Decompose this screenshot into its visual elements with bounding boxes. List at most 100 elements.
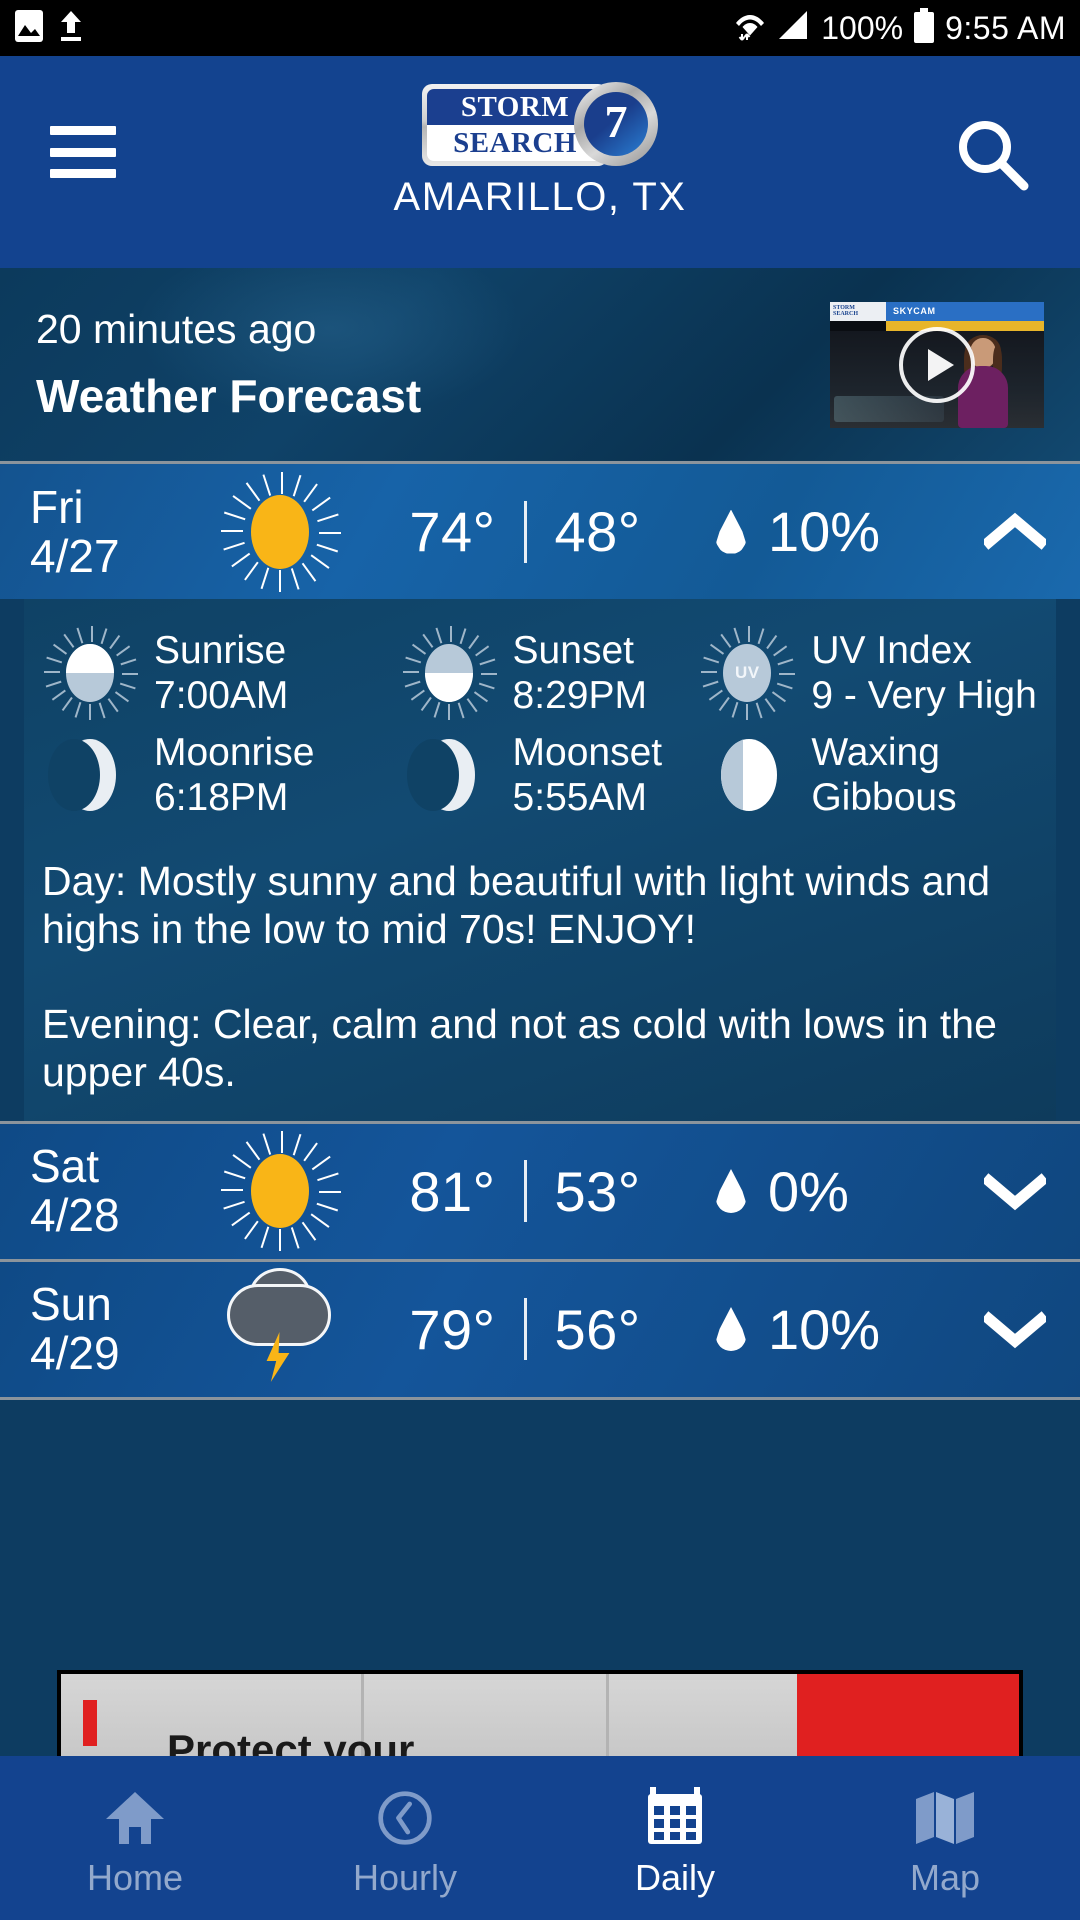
thunderstorm-icon bbox=[200, 1268, 360, 1388]
sunny-icon bbox=[200, 471, 360, 592]
forecast-row-sat[interactable]: Sat 4/28 81° 53° 0% bbox=[0, 1123, 1080, 1259]
clock-icon bbox=[374, 1785, 436, 1847]
astro-moonset: Moonset 5:55AM bbox=[401, 727, 700, 823]
wifi-icon bbox=[733, 9, 767, 48]
temp-divider bbox=[523, 500, 527, 563]
astro-moonset-text: Moonset 5:55AM bbox=[513, 730, 663, 820]
astro-sunset-text: Sunset 8:29PM bbox=[513, 628, 647, 718]
forecast-temperatures: 79° 56° bbox=[360, 1297, 690, 1362]
uv-badge-text: UV bbox=[723, 644, 772, 702]
video-thumbnail[interactable]: STORM SEARCH SKYCAM bbox=[830, 301, 1044, 428]
ad-left-panel: Protect your bbox=[61, 1674, 797, 1756]
forecast-precipitation: 10% bbox=[690, 499, 980, 564]
thumbnail-skycam-label: SKYCAM bbox=[886, 301, 1044, 321]
forecast-temperatures: 81° 53° bbox=[360, 1159, 690, 1224]
temp-divider bbox=[523, 1298, 527, 1360]
astro-row-moon: Moonrise 6:18PM Moonset 5:55AM Waxing Gi… bbox=[42, 727, 1038, 823]
location-label: AMARILLO, TX bbox=[393, 175, 687, 219]
calendar-icon bbox=[644, 1785, 706, 1847]
astro-sunrise-text: Sunrise 7:00AM bbox=[154, 628, 288, 718]
forecast-day-name: Sun bbox=[30, 1278, 112, 1331]
play-icon[interactable] bbox=[899, 326, 975, 403]
video-promo-card[interactable]: 20 minutes ago Weather Forecast STORM SE… bbox=[0, 268, 1080, 464]
astro-label: Sunset bbox=[512, 628, 634, 672]
nav-item-home[interactable]: Home bbox=[0, 1756, 270, 1920]
astro-value: 7:00AM bbox=[154, 674, 289, 717]
forecast-low: 53° bbox=[554, 1159, 641, 1223]
forecast-precip-value: 0% bbox=[768, 1159, 849, 1223]
forecast-high: 81° bbox=[409, 1159, 496, 1223]
nav-label-daily: Daily bbox=[634, 1857, 715, 1898]
logo-seven-badge: 7 bbox=[574, 82, 658, 166]
chevron-down-icon[interactable] bbox=[980, 1171, 1050, 1211]
map-icon bbox=[914, 1785, 976, 1847]
astro-moonrise-text: Moonrise 6:18PM bbox=[154, 730, 314, 820]
battery-percent: 100% bbox=[821, 9, 904, 46]
water-drop-icon bbox=[716, 1169, 746, 1213]
astro-sunrise: Sunrise 7:00AM bbox=[42, 625, 401, 721]
status-bar: 100% 9:55 AM bbox=[0, 0, 1080, 56]
forecast-row-fri[interactable]: Fri 4/27 74° 48° 10% bbox=[0, 464, 1080, 599]
app-header: STORM SEARCH 7 AMARILLO, TX bbox=[0, 56, 1080, 268]
water-drop-icon bbox=[716, 1307, 746, 1351]
image-icon bbox=[14, 9, 44, 48]
forecast-date-block: Fri 4/27 bbox=[30, 480, 200, 581]
forecast-day-text: Day: Mostly sunny and beautiful with lig… bbox=[42, 858, 991, 953]
nav-item-map[interactable]: Map bbox=[810, 1756, 1080, 1920]
astro-moonrise: Moonrise 6:18PM bbox=[42, 727, 401, 823]
astro-grid: Sunrise 7:00AM Sunset 8:29PM UV UV Index… bbox=[42, 625, 1038, 823]
forecast-date-block: Sat 4/28 bbox=[30, 1142, 200, 1240]
chevron-down-icon[interactable] bbox=[980, 1309, 1050, 1349]
status-bar-right-icons: 100% 9:55 AM bbox=[733, 7, 1066, 49]
bottom-navigation: Home Hourly Daily Map bbox=[0, 1756, 1080, 1920]
forecast-day-name: Fri bbox=[30, 480, 84, 533]
thumbnail-station-logo: STORM SEARCH bbox=[830, 301, 886, 321]
promo-timestamp: 20 minutes ago bbox=[36, 306, 317, 352]
hamburger-menu-icon[interactable] bbox=[50, 126, 116, 178]
sunny-icon bbox=[200, 1131, 360, 1251]
sunrise-icon bbox=[42, 625, 138, 721]
battery-icon bbox=[913, 7, 935, 49]
forecast-day-name: Sat bbox=[30, 1140, 100, 1193]
nav-label-home: Home bbox=[86, 1857, 184, 1898]
clock-time: 9:55 AM bbox=[945, 9, 1066, 46]
astro-value: 9 - Very High bbox=[811, 674, 1037, 717]
thumb-logo-line2: SEARCH bbox=[833, 311, 859, 317]
astro-value: 6:18PM bbox=[154, 776, 289, 819]
storm-search-logo: STORM SEARCH 7 bbox=[422, 82, 658, 166]
thumbnail-yellow-bar bbox=[886, 320, 1044, 331]
astro-row-sun: Sunrise 7:00AM Sunset 8:29PM UV UV Index… bbox=[42, 625, 1038, 721]
forecast-row-sun[interactable]: Sun 4/29 79° 56° 10% bbox=[0, 1261, 1080, 1397]
nav-item-daily[interactable]: Daily bbox=[540, 1756, 810, 1920]
search-icon[interactable] bbox=[954, 116, 1032, 194]
nav-item-hourly[interactable]: Hourly bbox=[270, 1756, 540, 1920]
forecast-precipitation: 10% bbox=[690, 1297, 980, 1362]
thumbnail-overlay-bar: STORM SEARCH SKYCAM bbox=[830, 301, 1044, 321]
signal-icon bbox=[777, 9, 811, 48]
forecast-precip-value: 10% bbox=[768, 500, 881, 563]
forecast-low: 56° bbox=[554, 1297, 641, 1361]
promo-title: Weather Forecast bbox=[36, 370, 422, 422]
forecast-high: 79° bbox=[409, 1297, 496, 1361]
astro-value: 5:55AM bbox=[512, 776, 647, 819]
forecast-day-date: 4/29 bbox=[30, 1327, 120, 1379]
brand-logo-block: STORM SEARCH 7 AMARILLO, TX bbox=[393, 82, 687, 220]
astro-uv-index: UV UV Index 9 - Very High bbox=[699, 625, 1038, 721]
forecast-detail-panel: Sunrise 7:00AM Sunset 8:29PM UV UV Index… bbox=[24, 599, 1056, 1121]
astro-label: UV Index bbox=[811, 628, 972, 672]
ad-right-panel bbox=[797, 1674, 1019, 1756]
promo-text-block: 20 minutes ago Weather Forecast bbox=[36, 306, 421, 423]
forecast-precip-value: 10% bbox=[768, 1297, 881, 1361]
upload-icon bbox=[58, 9, 84, 48]
forecast-temperatures: 74° 48° bbox=[360, 499, 690, 564]
astro-sunset: Sunset 8:29PM bbox=[401, 625, 700, 721]
water-drop-icon bbox=[716, 509, 746, 554]
astro-label: Sunrise bbox=[154, 628, 287, 672]
advertisement-banner[interactable]: Protect your bbox=[0, 1670, 1080, 1756]
row-separator bbox=[0, 1396, 1080, 1400]
ad-headline: Protect your bbox=[167, 1726, 415, 1756]
chevron-up-icon[interactable] bbox=[980, 512, 1050, 552]
moonset-icon bbox=[401, 727, 497, 823]
astro-moonphase-text: Waxing Gibbous bbox=[811, 730, 956, 820]
forecast-date-block: Sun 4/29 bbox=[30, 1280, 200, 1378]
